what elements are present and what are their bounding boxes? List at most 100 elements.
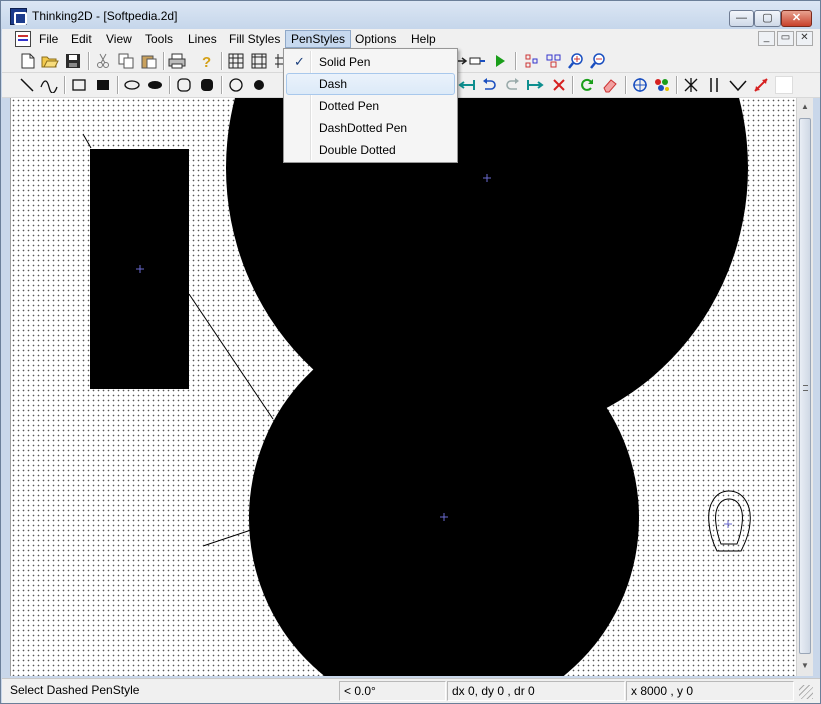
menu-item-label: Dotted Pen xyxy=(319,99,380,113)
menu-file[interactable]: File xyxy=(34,30,63,48)
status-bar: Select Dashed PenStyle < 0.0° dx 0, dy 0… xyxy=(2,678,820,703)
refresh-icon[interactable] xyxy=(578,76,596,94)
line-icon[interactable] xyxy=(18,76,36,94)
menu-bar: File Edit View Tools Lines Fill Styles P… xyxy=(2,29,820,49)
toolbar-separator xyxy=(676,76,677,94)
menu-view[interactable]: View xyxy=(101,30,137,48)
sequence-icon[interactable] xyxy=(469,52,487,70)
menu-item-dotted-pen[interactable]: Dotted Pen xyxy=(286,95,455,117)
redo-icon[interactable] xyxy=(504,76,522,94)
menu-help[interactable]: Help xyxy=(406,30,441,48)
drawing-canvas[interactable] xyxy=(10,98,796,676)
menu-lines[interactable]: Lines xyxy=(183,30,222,48)
mdi-close-button[interactable]: ✕ xyxy=(796,31,813,46)
menu-item-double-dotted[interactable]: Double Dotted xyxy=(286,139,455,161)
app-window: Thinking2D - [Softpedia.2d] — ▢ ✕ File E… xyxy=(0,0,821,704)
menu-item-label: Solid Pen xyxy=(319,55,371,69)
menu-item-dash[interactable]: Dash xyxy=(286,73,455,95)
menu-item-solid-pen[interactable]: ✓ Solid Pen xyxy=(286,51,455,73)
vertical-scrollbar[interactable]: ▲ ▼ xyxy=(796,98,813,676)
color-swatch[interactable] xyxy=(775,76,793,94)
status-coords: x 8000 , y 0 xyxy=(626,681,794,701)
scroll-up-arrow[interactable]: ▲ xyxy=(798,100,812,114)
menu-tools[interactable]: Tools xyxy=(140,30,178,48)
zoom-in-icon[interactable] xyxy=(567,52,585,70)
copy-icon[interactable] xyxy=(117,52,135,70)
title-bar[interactable]: Thinking2D - [Softpedia.2d] — ▢ ✕ xyxy=(1,1,820,31)
menu-penstyles[interactable]: PenStyles xyxy=(285,30,352,48)
menu-item-dashdotted-pen[interactable]: DashDotted Pen xyxy=(286,117,455,139)
save-icon[interactable] xyxy=(64,52,82,70)
toolbar-separator xyxy=(88,52,89,70)
toolbar-separator xyxy=(64,76,65,94)
undo-icon[interactable] xyxy=(480,76,498,94)
menu-fill-styles[interactable]: Fill Styles xyxy=(224,30,285,48)
toolbar-separator xyxy=(572,76,573,94)
minimize-button[interactable]: — xyxy=(729,10,754,27)
status-delta: dx 0, dy 0 , dr 0 xyxy=(447,681,625,701)
document-icon[interactable] xyxy=(15,31,31,47)
rectangle-icon[interactable] xyxy=(70,76,88,94)
status-angle: < 0.0° xyxy=(339,681,446,701)
new-icon[interactable] xyxy=(19,52,37,70)
print-icon[interactable] xyxy=(168,52,186,70)
scroll-grip-icon xyxy=(803,385,808,391)
circle-icon[interactable] xyxy=(227,76,245,94)
toolbar-separator xyxy=(163,52,164,70)
grid-icon[interactable] xyxy=(227,52,245,70)
shape-line[interactable] xyxy=(188,293,274,420)
shape-line[interactable] xyxy=(202,529,252,547)
distribute-icon[interactable] xyxy=(523,52,541,70)
paste-icon[interactable] xyxy=(140,52,158,70)
help-icon[interactable]: ? xyxy=(198,52,216,70)
angle-icon[interactable] xyxy=(729,76,747,94)
shape-outline-inner[interactable] xyxy=(715,498,743,545)
close-button[interactable]: ✕ xyxy=(781,10,812,27)
toolbar-separator xyxy=(169,76,170,94)
open-icon[interactable] xyxy=(41,52,59,70)
perpendicular-icon[interactable] xyxy=(752,76,770,94)
menu-edit[interactable]: Edit xyxy=(66,30,97,48)
target-icon[interactable] xyxy=(631,76,649,94)
grid-snap-icon[interactable] xyxy=(250,52,268,70)
scroll-thumb[interactable] xyxy=(799,118,811,654)
menu-item-label: Double Dotted xyxy=(319,143,396,157)
cut-icon[interactable] xyxy=(94,52,112,70)
toolbar-separator xyxy=(515,52,516,70)
color-icon[interactable] xyxy=(653,76,671,94)
toolbar-separator xyxy=(625,76,626,94)
filled-ellipse-icon[interactable] xyxy=(146,76,164,94)
menu-item-label: DashDotted Pen xyxy=(319,121,408,135)
shape-outline-outer[interactable] xyxy=(708,490,751,552)
run-icon[interactable] xyxy=(491,52,509,70)
penstyles-dropdown: ✓ Solid Pen Dash Dotted Pen DashDotted P… xyxy=(283,48,458,163)
svg-text:?: ? xyxy=(202,54,211,69)
drawing-shapes xyxy=(82,98,751,676)
stretch-right-icon[interactable] xyxy=(526,76,544,94)
curve-icon[interactable] xyxy=(40,76,58,94)
filled-rectangle-icon[interactable] xyxy=(94,76,112,94)
symmetry-icon[interactable] xyxy=(682,76,700,94)
resize-grip-icon[interactable] xyxy=(799,685,813,699)
toolbar-separator xyxy=(221,76,222,94)
parallel-icon[interactable] xyxy=(705,76,723,94)
app-icon[interactable] xyxy=(10,8,27,25)
menu-item-label: Dash xyxy=(319,77,348,91)
eraser-icon[interactable] xyxy=(601,76,619,94)
shape-line[interactable] xyxy=(82,133,92,149)
mdi-minimize-button[interactable]: _ xyxy=(758,31,775,46)
stretch-left-icon[interactable] xyxy=(458,76,476,94)
align-icon[interactable] xyxy=(545,52,563,70)
rounded-rect-icon[interactable] xyxy=(175,76,193,94)
menu-options[interactable]: Options xyxy=(350,30,401,48)
delete-icon[interactable] xyxy=(550,76,568,94)
maximize-button[interactable]: ▢ xyxy=(754,10,781,27)
scroll-down-arrow[interactable]: ▼ xyxy=(798,659,812,673)
mdi-restore-button[interactable]: ▭ xyxy=(777,31,794,46)
checkmark-icon: ✓ xyxy=(294,54,305,69)
filled-circle-icon[interactable] xyxy=(250,76,268,94)
ellipse-icon[interactable] xyxy=(123,76,141,94)
zoom-out-icon[interactable] xyxy=(589,52,607,70)
status-message: Select Dashed PenStyle xyxy=(10,683,140,697)
filled-rounded-rect-icon[interactable] xyxy=(198,76,216,94)
